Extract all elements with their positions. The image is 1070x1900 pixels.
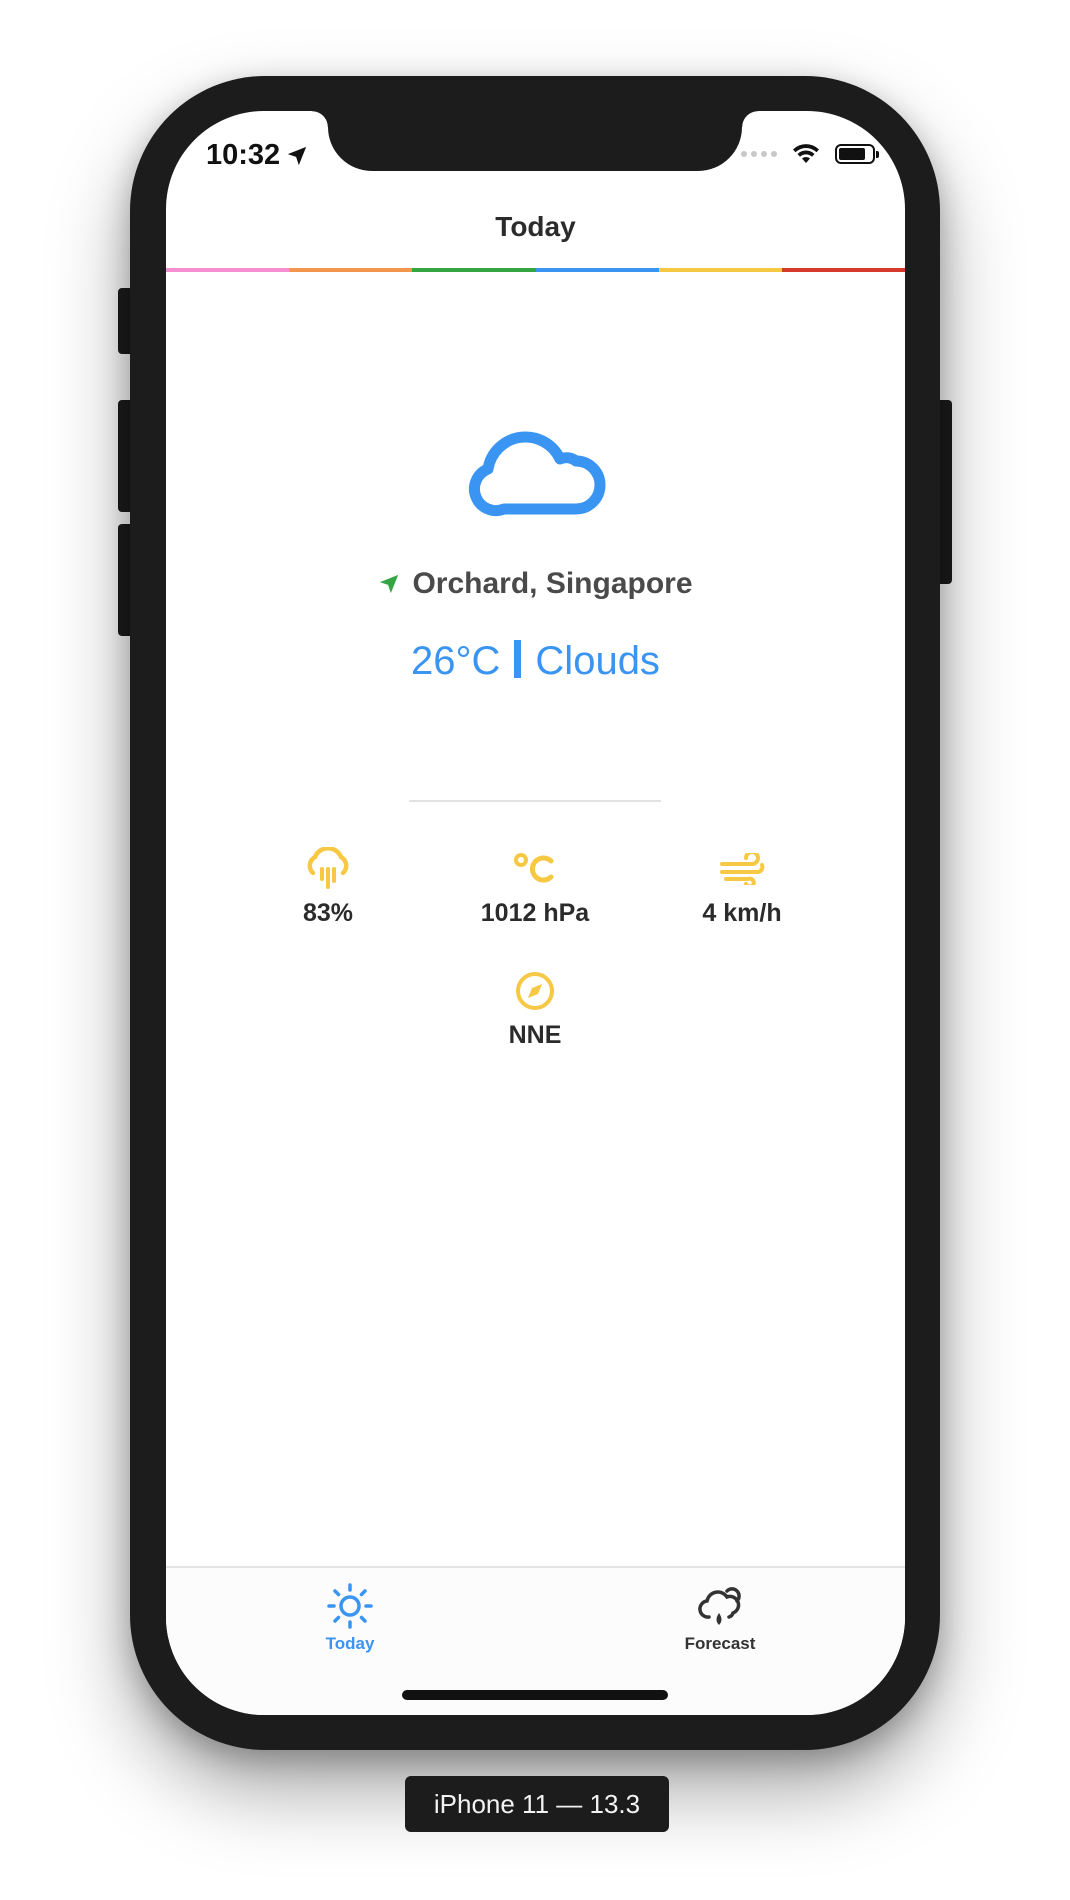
wind-direction-stat: NNE: [435, 967, 635, 1050]
compass-icon: [516, 972, 554, 1010]
wind-value: 4 km/h: [702, 899, 782, 927]
location-row: Orchard, Singapore: [166, 567, 905, 601]
tab-forecast-label: Forecast: [684, 1634, 756, 1653]
wind-stat: 4 km/h: [642, 845, 842, 928]
status-icons: [741, 143, 879, 165]
page-title: Today: [495, 211, 576, 242]
rain-cloud-icon: [307, 847, 349, 889]
screen: 10:32 Today Orchard, Singapore 26°C Clou…: [166, 111, 905, 1715]
location-arrow-icon: [288, 146, 307, 165]
stripe-blue: [535, 268, 659, 272]
condition-text: Clouds: [535, 639, 660, 683]
battery-icon: [835, 144, 879, 164]
humidity-value: 83%: [302, 899, 354, 927]
tab-forecast[interactable]: Forecast: [620, 1582, 820, 1654]
signal-dots-icon: [741, 151, 777, 157]
stripe-yellow: [658, 268, 782, 272]
location-name: Orchard, Singapore: [412, 567, 693, 600]
humidity-stat: 83%: [228, 845, 428, 928]
sun-icon: [327, 1583, 373, 1629]
temperature-condition: 26°C Clouds: [166, 639, 905, 684]
status-time: 10:32: [206, 139, 308, 172]
pressure-value: 1012 hPa: [480, 899, 590, 927]
divider: [409, 800, 661, 802]
stripe-pink: [166, 268, 290, 272]
stripe-green: [412, 268, 536, 272]
cloud-sun-rain-icon: [698, 1587, 741, 1625]
stripe-red: [781, 268, 905, 272]
home-indicator[interactable]: [402, 1690, 668, 1700]
pressure-stat: 1012 hPa: [435, 845, 635, 928]
stripe-orange: [289, 268, 413, 272]
temperature-value: 26°C: [411, 639, 501, 683]
notch: [312, 111, 758, 171]
color-stripe: [166, 268, 905, 272]
separator-bar: [514, 640, 522, 678]
tab-today-label: Today: [325, 1634, 375, 1653]
status-time-text: 10:32: [206, 139, 281, 171]
device-label: iPhone 11 — 13.3: [405, 1776, 669, 1832]
wind-direction-value: NNE: [508, 1021, 562, 1049]
location-arrow-icon: [380, 574, 399, 594]
celsius-icon: [514, 853, 554, 883]
tab-today[interactable]: Today: [250, 1582, 450, 1654]
wind-icon: [720, 853, 765, 885]
wifi-icon: [793, 144, 819, 163]
cloud-icon: [468, 431, 606, 517]
